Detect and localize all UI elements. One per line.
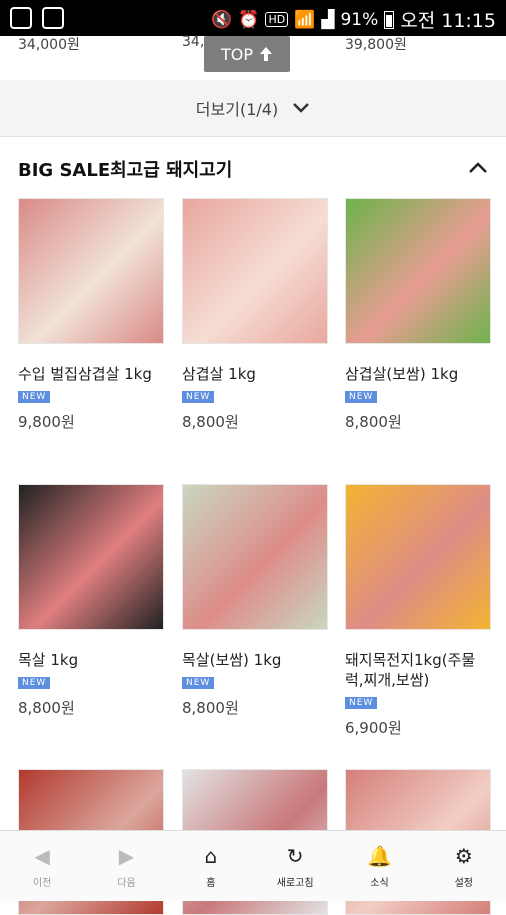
product-name[interactable]: 목살(보쌈) 1kg bbox=[182, 650, 328, 670]
bell-icon: 🔔 bbox=[367, 843, 392, 868]
nav-back-button[interactable]: ◀ 이전 bbox=[0, 831, 84, 901]
wifi-icon: 📶 bbox=[294, 9, 316, 30]
new-badge: NEW bbox=[182, 677, 215, 689]
product-image[interactable] bbox=[182, 484, 328, 630]
battery-icon bbox=[384, 10, 395, 29]
scroll-top-button[interactable]: TOP bbox=[204, 36, 290, 72]
arrow-up-icon bbox=[260, 47, 272, 61]
nav-label: 소식 bbox=[370, 877, 389, 889]
product-card[interactable]: 돼지목전지1kg(주물럭,찌개,보쌈) NEW 6,900원 bbox=[345, 484, 491, 738]
new-badge: NEW bbox=[345, 391, 378, 403]
alarm-icon: ⏰ bbox=[238, 9, 260, 30]
nav-settings-button[interactable]: ⚙ 설정 bbox=[422, 831, 506, 901]
product-card[interactable]: 삼겹살 1kg NEW 8,800원 bbox=[182, 198, 328, 432]
nav-forward-button[interactable]: ▶ 다음 bbox=[84, 831, 168, 901]
product-card[interactable]: 수입 벌집삼겹살 1kg NEW 9,800원 bbox=[18, 198, 164, 432]
product-card[interactable]: 삼겹살(보쌈) 1kg NEW 8,800원 bbox=[345, 198, 491, 432]
product-name[interactable]: 삼겹살(보쌈) 1kg bbox=[345, 364, 491, 384]
product-image[interactable] bbox=[18, 198, 164, 344]
product-name[interactable]: 돼지목전지1kg(주물럭,찌개,보쌈) bbox=[345, 650, 491, 690]
home-icon: ⌂ bbox=[204, 843, 218, 868]
clock: 오전 11:15 bbox=[400, 10, 496, 32]
image-notification-icon bbox=[42, 7, 64, 29]
section-collapse-button[interactable] bbox=[468, 158, 488, 179]
product-name[interactable]: 목살 1kg bbox=[18, 650, 164, 670]
product-price: 6,900원 bbox=[345, 719, 402, 737]
product-image[interactable] bbox=[18, 484, 164, 630]
nav-label: 이전 bbox=[32, 877, 52, 889]
gear-icon: ⚙ bbox=[454, 843, 473, 868]
product-card[interactable]: 목살 1kg NEW 8,800원 bbox=[18, 484, 164, 718]
mute-icon: 🔇 bbox=[211, 9, 233, 30]
nav-label: 다음 bbox=[117, 877, 136, 889]
back-icon: ◀ bbox=[34, 843, 50, 868]
chevron-up-icon bbox=[469, 162, 487, 173]
new-badge: NEW bbox=[182, 391, 215, 403]
app-notification-icon bbox=[10, 7, 32, 29]
price: 39,800원 bbox=[345, 37, 407, 53]
nav-refresh-button[interactable]: ↻ 새로고침 bbox=[253, 831, 337, 901]
product-card[interactable]: 목살(보쌈) 1kg NEW 8,800원 bbox=[182, 484, 328, 718]
forward-icon: ▶ bbox=[118, 843, 135, 868]
product-price: 9,800원 bbox=[18, 413, 75, 431]
nav-label: 설정 bbox=[454, 877, 473, 889]
price: 34,000원 bbox=[18, 37, 80, 53]
signal-icon: ▟ bbox=[321, 9, 335, 30]
nav-home-button[interactable]: ⌂ 홈 bbox=[169, 831, 253, 901]
new-badge: NEW bbox=[18, 391, 51, 403]
product-price: 8,800원 bbox=[182, 699, 239, 717]
section-title: BIG SALE최고급 돼지고기 bbox=[18, 160, 233, 181]
bottom-nav: ◀ 이전 ▶ 다음 ⌂ 홈 ↻ 새로고침 🔔 소식 ⚙ 설정 bbox=[0, 830, 506, 901]
hd-icon: HD bbox=[265, 12, 289, 27]
new-badge: NEW bbox=[345, 697, 378, 709]
top-label: TOP bbox=[220, 44, 253, 64]
chevron-down-icon bbox=[293, 103, 310, 113]
refresh-icon: ↻ bbox=[286, 843, 304, 868]
nav-label: 홈 bbox=[206, 877, 216, 889]
nav-news-button[interactable]: 🔔 소식 bbox=[337, 831, 421, 901]
product-price: 8,800원 bbox=[345, 413, 402, 431]
battery-percent: 91% bbox=[340, 9, 379, 30]
load-more-button[interactable]: 더보기(1/4) bbox=[0, 80, 506, 137]
product-name[interactable]: 수입 벌집삼겹살 1kg bbox=[18, 364, 164, 384]
product-image[interactable] bbox=[345, 198, 491, 344]
new-badge: NEW bbox=[18, 677, 51, 689]
product-price: 8,800원 bbox=[182, 413, 239, 431]
load-more-label: 더보기(1/4) bbox=[195, 100, 279, 119]
product-image[interactable] bbox=[345, 484, 491, 630]
nav-label: 새로고침 bbox=[276, 877, 314, 889]
product-image[interactable] bbox=[182, 198, 328, 344]
product-name[interactable]: 삼겹살 1kg bbox=[182, 364, 328, 384]
status-bar: 🔇 ⏰ HD 📶 ▟ 91% 오전 11:15 bbox=[0, 0, 506, 36]
product-price: 8,800원 bbox=[18, 699, 75, 717]
